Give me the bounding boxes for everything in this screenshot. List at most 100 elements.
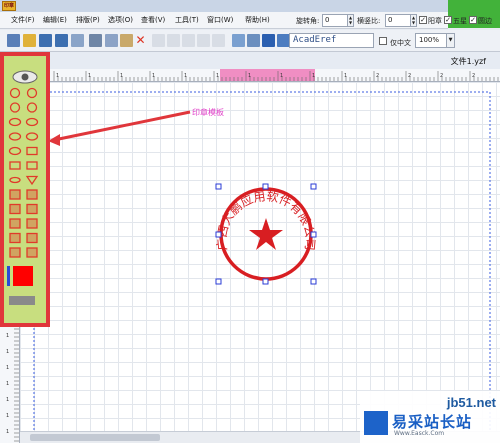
seal-template-icon[interactable]: [9, 218, 21, 229]
ruler-label: 2: [472, 73, 475, 79]
toolbar: ✕ AcadEref 仅中文 100% ▼: [0, 30, 500, 52]
border-checkbox[interactable]: ✓: [469, 16, 477, 24]
rotate-label: 旋转角:: [296, 17, 320, 25]
align-right-icon[interactable]: [182, 34, 195, 47]
ruler-top-ticks: 1 1 1 1 1 1 1 1 1 1 2 2 2 2: [53, 69, 499, 81]
ruler-label: 1: [6, 397, 9, 403]
menu-edit[interactable]: 编辑(E): [43, 15, 67, 25]
seal-template-icon[interactable]: [26, 146, 38, 156]
seal-template-icon[interactable]: [25, 132, 39, 141]
align-center-icon[interactable]: [167, 34, 180, 47]
ruler-left: 1 1 1 1 1 1 1: [0, 327, 20, 443]
menu-options[interactable]: 选项(O): [108, 15, 133, 25]
yang-label: 阳章: [428, 17, 442, 25]
watermark-logo-icon: [364, 411, 388, 435]
star-label: 五星: [453, 17, 467, 25]
annotation-arrow: [53, 110, 191, 142]
seal-template-icon[interactable]: [8, 117, 22, 127]
spin-arrows-icon[interactable]: ▲ ▼: [347, 15, 353, 26]
ruler-label: 2: [440, 73, 443, 79]
align-left-icon[interactable]: [152, 34, 165, 47]
menu-view[interactable]: 查看(V): [141, 15, 165, 25]
image-icon[interactable]: [232, 34, 245, 47]
watermark-url: Www.Easck.Com: [394, 430, 445, 437]
open-icon[interactable]: [23, 34, 36, 47]
seal-template-icon[interactable]: [26, 203, 38, 215]
seal-template-icon[interactable]: [9, 176, 21, 184]
font-select[interactable]: AcadEref: [289, 33, 374, 48]
print-icon[interactable]: [71, 34, 84, 47]
save-icon[interactable]: [39, 34, 52, 47]
new-icon[interactable]: [7, 34, 20, 47]
seal-template-icon[interactable]: [9, 247, 21, 258]
align-top-icon[interactable]: [197, 34, 210, 47]
align-bottom-icon[interactable]: [212, 34, 225, 47]
watermark-name: 易采站长站: [392, 413, 473, 431]
zoom-select[interactable]: 100% ▼: [415, 33, 455, 48]
menu-file[interactable]: 文件(F): [11, 15, 35, 25]
menu-layout[interactable]: 排版(P): [76, 15, 100, 25]
ruler-label: 1: [6, 349, 9, 355]
chevron-down-icon[interactable]: ▼: [446, 34, 454, 47]
ruler-label: 1: [6, 413, 9, 419]
menu-window[interactable]: 窗口(W): [207, 15, 233, 25]
document-title[interactable]: 文件1.yzf: [451, 56, 486, 67]
app-icon: 印章: [2, 1, 16, 11]
seal-template-icon[interactable]: [8, 146, 22, 156]
seal-template-icon[interactable]: [26, 189, 38, 200]
ruler-label: 1: [88, 73, 91, 79]
ruler-label: 2: [376, 73, 379, 79]
ruler-label: 1: [120, 73, 123, 79]
title-bar: 印章: [0, 0, 500, 12]
seal-template-icon[interactable]: [26, 218, 38, 229]
ruler-label: 1: [248, 73, 251, 79]
seal-star-icon: [249, 218, 283, 250]
color-swatch[interactable]: [13, 266, 33, 286]
copy-icon[interactable]: [105, 34, 118, 47]
seal-template-icon[interactable]: [26, 232, 38, 244]
seal-template-icon[interactable]: [25, 117, 39, 127]
ruler-label: 1: [6, 429, 9, 435]
color-bar[interactable]: [7, 266, 10, 286]
menu-bar: 文件(F) 编辑(E) 排版(P) 选项(O) 查看(V) 工具(T) 窗口(W…: [0, 12, 448, 29]
ruler-label: 1: [280, 73, 283, 79]
seal-template-icon[interactable]: [25, 175, 39, 186]
rotate-input[interactable]: 0 ▲ ▼: [322, 14, 354, 27]
seal-template-icon[interactable]: [9, 161, 21, 170]
yang-checkbox[interactable]: ✓: [419, 16, 427, 24]
ratio-input[interactable]: 0 ▲ ▼: [385, 14, 417, 27]
word-icon[interactable]: [262, 34, 275, 47]
document-tab-bar: 文件1.yzf: [50, 52, 500, 69]
menu-help[interactable]: 帮助(H): [245, 15, 270, 25]
seal-template-icon[interactable]: [9, 87, 21, 99]
ruler-label: 1: [6, 365, 9, 371]
seal-template-icon[interactable]: [26, 161, 38, 170]
canvas[interactable]: 广西大鹏应用软件有限公司: [20, 82, 500, 443]
paste-icon[interactable]: [120, 34, 133, 47]
ruler-label: 1: [344, 73, 347, 79]
seal-template-icon[interactable]: [9, 232, 21, 244]
seal-template-icon[interactable]: [26, 87, 38, 99]
seal-template-icon[interactable]: [9, 203, 21, 215]
seal[interactable]: 广西大鹏应用软件有限公司: [215, 187, 318, 281]
cut-icon[interactable]: [89, 34, 102, 47]
ruler-label: 1: [152, 73, 155, 79]
delete-icon[interactable]: ✕: [134, 34, 147, 47]
seal-template-icon[interactable]: [8, 132, 22, 141]
spin-arrows-icon[interactable]: ▲ ▼: [410, 15, 416, 26]
vertical-checkbox[interactable]: [379, 37, 387, 45]
scroll-thumb[interactable]: [30, 434, 160, 441]
seal-template-icon[interactable]: [26, 247, 38, 258]
star-checkbox[interactable]: ✓: [444, 16, 452, 24]
ruler-label: 1: [6, 333, 9, 339]
ruler-label: 1: [216, 73, 219, 79]
stamp-tool-icon[interactable]: [9, 296, 35, 305]
seal-template-icon[interactable]: [26, 102, 38, 113]
seal-template-palette: [0, 52, 50, 327]
seal-template-icon[interactable]: [9, 189, 21, 200]
vertical-label: 仅中文: [390, 39, 411, 47]
export-icon[interactable]: [247, 34, 260, 47]
menu-tools[interactable]: 工具(T): [175, 15, 199, 25]
save-as-icon[interactable]: [55, 34, 68, 47]
seal-template-icon[interactable]: [9, 102, 21, 113]
